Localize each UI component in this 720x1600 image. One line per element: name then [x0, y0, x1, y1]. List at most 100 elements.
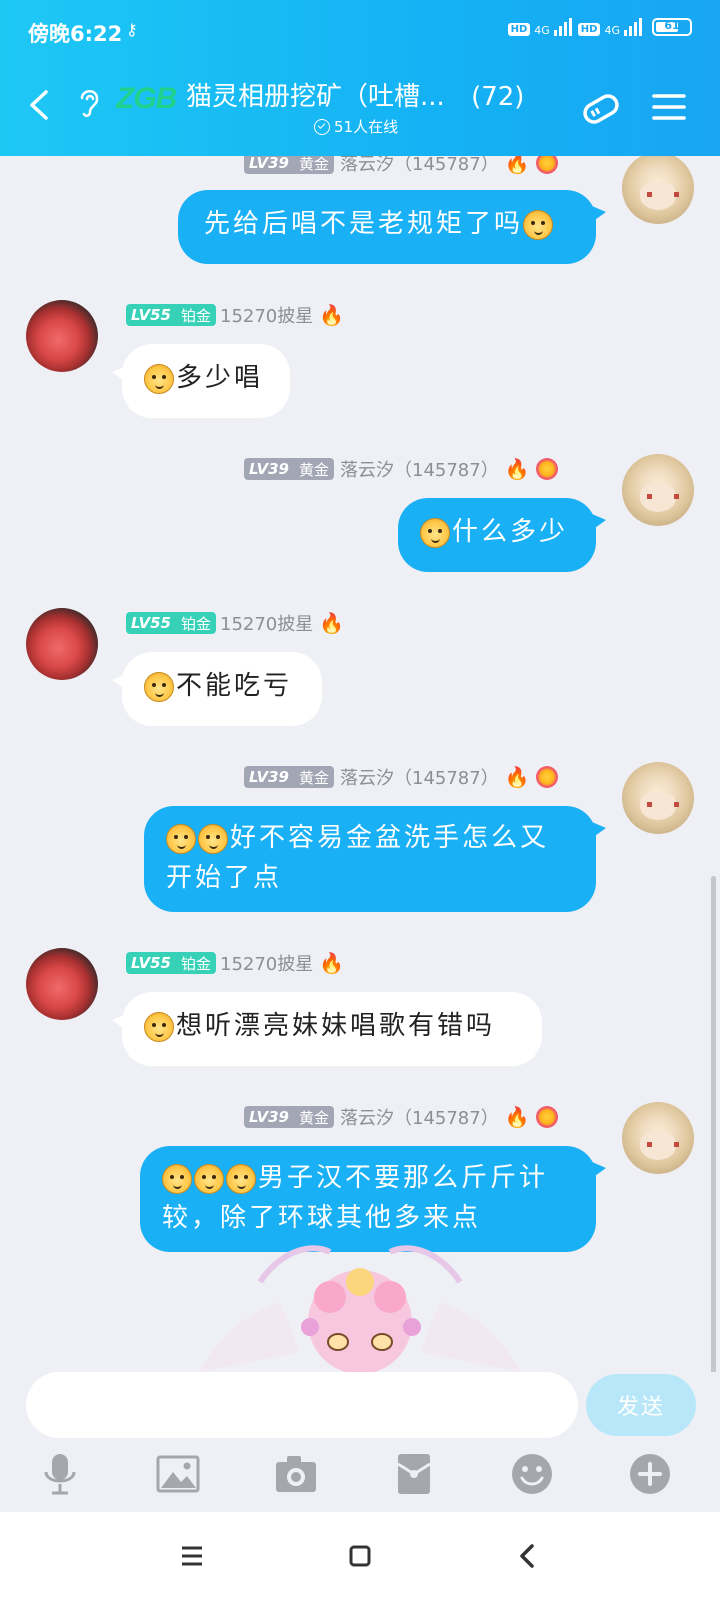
- sender-name: 15270披星: [220, 614, 314, 635]
- sim1-signal: HD 4G: [507, 18, 572, 37]
- level-badge: LV39 黄金: [244, 156, 334, 174]
- fire-icon: 🔥: [504, 765, 530, 789]
- online-check-icon: [314, 118, 330, 135]
- fire-icon: 🔥: [319, 611, 345, 635]
- cat-emoji-icon: [144, 671, 174, 702]
- flower-icon: [535, 1106, 558, 1128]
- flower-icon: [535, 156, 558, 174]
- message-outgoing: LV39 黄金 落云汐（145787） 🔥 男子汉不要那么斤斤计 较，除了环球其他…: [0, 1102, 720, 1262]
- message-text: 好不容易金盆洗手怎么又: [230, 823, 550, 853]
- message-bubble[interactable]: 多少唱: [112, 344, 290, 418]
- camera-icon[interactable]: [274, 1452, 318, 1496]
- cat-emoji-icon: [198, 823, 228, 854]
- message-text: 男子汉不要那么斤斤计: [258, 1163, 549, 1193]
- fire-icon: 🔥: [504, 156, 530, 175]
- menu-icon[interactable]: [170, 1534, 214, 1578]
- network-type: 4G: [534, 24, 550, 37]
- image-icon[interactable]: [156, 1452, 200, 1496]
- message-outgoing: LV39 黄金 落云汐（145787） 🔥 好不容易金盆洗手怎么又 开始了点: [0, 762, 720, 922]
- avatar[interactable]: [26, 608, 98, 680]
- avatar[interactable]: [622, 1102, 694, 1174]
- chat-messages[interactable]: LV39 黄金 落云汐（145787） 🔥 先给后唱不是老规矩了吗 LV55 铂金 …: [0, 156, 720, 1372]
- message-line: 较，除了环球其他多来点: [162, 1198, 574, 1238]
- level-badge: LV55 铂金: [126, 952, 216, 974]
- network-type: 4G: [604, 24, 620, 37]
- sender-name: 落云汐（145787）: [340, 460, 499, 481]
- send-button[interactable]: 发送: [586, 1374, 696, 1436]
- battery-icon: 61: [652, 18, 692, 36]
- message-incoming: LV55 铂金 15270披星 🔥 想听漂亮妹妹唱歌有错吗: [0, 948, 720, 1078]
- fire-icon: 🔥: [319, 951, 345, 975]
- message-bubble[interactable]: 男子汉不要那么斤斤计 较，除了环球其他多来点: [140, 1146, 606, 1252]
- message-incoming: LV55 铂金 15270披星 🔥 不能吃亏: [0, 608, 720, 738]
- sender-info: LV39 黄金 落云汐（145787） 🔥: [244, 156, 558, 176]
- message-incoming: LV55 铂金 15270披星 🔥 多少唱: [0, 300, 720, 430]
- status-indicators: HD 4G HD 4G 61: [507, 18, 692, 37]
- cat-emoji-icon: [523, 209, 554, 240]
- sender-info: LV39 黄金 落云汐（145787） 🔥: [244, 1104, 558, 1130]
- message-input[interactable]: [26, 1372, 578, 1438]
- group-title[interactable]: 猫灵相册挖矿（吐槽... (72): [186, 76, 524, 113]
- status-bar: 傍晚6:22 ⚷ HD 4G HD 4G 61: [0, 0, 720, 64]
- sender-name: 落云汐（145787）: [340, 1108, 499, 1129]
- cat-emoji-icon: [226, 1163, 256, 1194]
- avatar[interactable]: [622, 454, 694, 526]
- avatar[interactable]: [622, 762, 694, 834]
- chat-scrollbar[interactable]: [711, 876, 716, 1372]
- back-icon[interactable]: [506, 1534, 550, 1578]
- back-arrow-icon[interactable]: [26, 90, 56, 120]
- fire-icon: 🔥: [504, 457, 530, 481]
- hd-badge: HD: [507, 23, 531, 36]
- message-text: 较，除了环球其他多来点: [162, 1203, 482, 1233]
- message-text: 开始了点: [166, 863, 283, 893]
- level-badge: LV55 铂金: [126, 304, 216, 326]
- microphone-icon[interactable]: [38, 1452, 82, 1496]
- flower-icon: [535, 458, 558, 480]
- group-name: 猫灵相册挖矿（吐槽...: [186, 82, 445, 112]
- status-time: 傍晚6:22: [28, 22, 123, 46]
- message-bubble[interactable]: 好不容易金盆洗手怎么又 开始了点: [144, 806, 606, 912]
- message-line: 开始了点: [166, 858, 574, 898]
- app-header: 傍晚6:22 ⚷ HD 4G HD 4G 61 ZGB 猫灵相册挖矿（吐槽...…: [0, 0, 720, 156]
- message-line: 好不容易金盆洗手怎么又: [166, 818, 574, 858]
- message-bubble[interactable]: 先给后唱不是老规矩了吗: [178, 190, 606, 264]
- input-bar: 发送: [0, 1372, 720, 1495]
- avatar[interactable]: [26, 300, 98, 372]
- message-bubble[interactable]: 想听漂亮妹妹唱歌有错吗: [112, 992, 542, 1066]
- group-logo: ZGB: [116, 82, 177, 115]
- message-text: 多少唱: [176, 363, 264, 393]
- online-status: 51人在线: [314, 116, 398, 137]
- message-text: 不能吃亏: [176, 671, 293, 701]
- level-badge: LV39 黄金: [244, 766, 334, 788]
- red-packet-icon[interactable]: [392, 1452, 436, 1496]
- level-badge: LV39 黄金: [244, 1106, 334, 1128]
- cat-emoji-icon: [420, 517, 450, 548]
- flower-icon: [535, 766, 558, 788]
- earpiece-mode-icon[interactable]: [74, 84, 104, 120]
- message-text: 想听漂亮妹妹唱歌有错吗: [176, 1011, 496, 1041]
- sender-name: 15270披星: [220, 954, 314, 975]
- message-outgoing: LV39 黄金 落云汐（145787） 🔥 什么多少: [0, 454, 720, 584]
- sender-info: LV55 铂金 15270披星 🔥: [126, 950, 344, 976]
- menu-icon[interactable]: [652, 92, 686, 122]
- signal-bars-icon: [624, 18, 642, 36]
- signal-bars-icon: [553, 18, 572, 36]
- emoji-icon[interactable]: [510, 1452, 554, 1496]
- sticker-image[interactable]: [180, 1242, 540, 1372]
- home-icon[interactable]: [338, 1534, 382, 1578]
- group-call-icon[interactable]: [578, 86, 624, 132]
- plus-icon[interactable]: [628, 1452, 672, 1496]
- battery-level: 61: [664, 19, 680, 32]
- cat-emoji-icon: [144, 363, 174, 394]
- message-bubble[interactable]: 不能吃亏: [112, 652, 322, 726]
- sender-name: 15270披星: [220, 306, 314, 327]
- avatar[interactable]: [622, 156, 694, 224]
- message-outgoing: LV39 黄金 落云汐（145787） 🔥 先给后唱不是老规矩了吗: [0, 156, 720, 276]
- cat-emoji-icon: [166, 823, 196, 854]
- sender-info: LV55 铂金 15270披星 🔥: [126, 302, 344, 328]
- avatar[interactable]: [26, 948, 98, 1020]
- sender-name: 落云汐（145787）: [340, 768, 499, 789]
- sender-info: LV39 黄金 落云汐（145787） 🔥: [244, 456, 558, 482]
- input-toolbar: [0, 1452, 720, 1496]
- message-bubble[interactable]: 什么多少: [398, 498, 606, 572]
